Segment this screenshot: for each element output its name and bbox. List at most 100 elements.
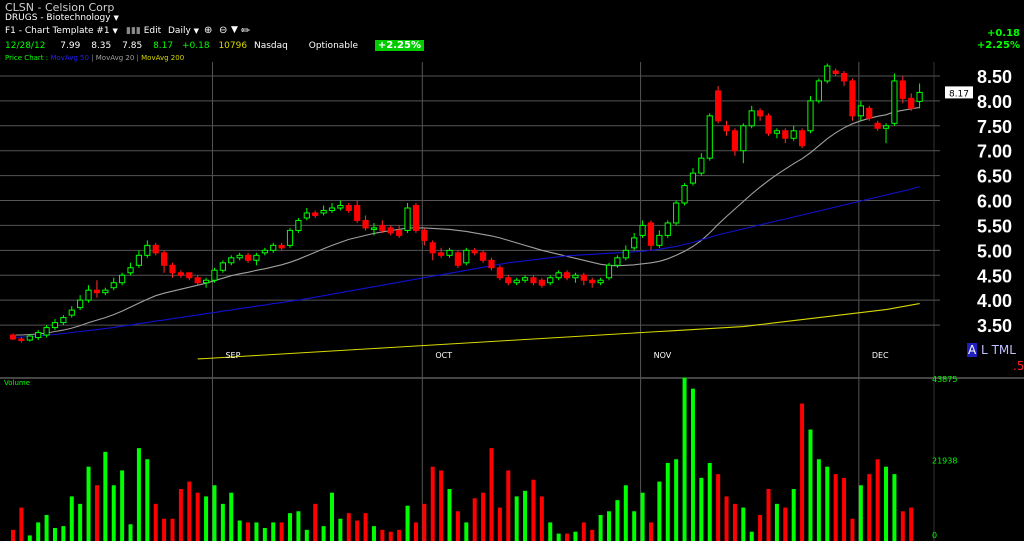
volume-bar	[229, 492, 234, 541]
candle-body	[622, 249, 629, 259]
quote-exchange: Nasdaq	[253, 41, 288, 51]
volume-bar	[909, 507, 914, 541]
volume-bar	[514, 496, 519, 541]
volume-bar	[380, 529, 385, 541]
candle-body	[446, 249, 453, 256]
volume-bar	[842, 477, 847, 541]
volume-bar	[657, 481, 662, 541]
volume-bar	[27, 535, 32, 541]
candle-body	[731, 130, 739, 152]
volume-bar	[732, 503, 737, 541]
candle-body	[51, 322, 59, 329]
volume-bar	[61, 526, 66, 541]
auto-scale-button[interactable]: A	[967, 343, 978, 357]
candle-body	[757, 110, 764, 117]
volume-bar	[212, 485, 217, 541]
volume-bar	[271, 522, 276, 541]
log-scale-button[interactable]: L	[981, 343, 988, 357]
candle-body	[706, 115, 713, 159]
volume-bar	[162, 518, 167, 541]
candle-body	[782, 130, 789, 139]
zoom-in-icon[interactable]: ⊕	[204, 25, 212, 36]
volume-bar	[111, 485, 116, 541]
edit-button[interactable]: ▮▮▮ Edit	[126, 26, 161, 36]
candle-body	[698, 157, 705, 174]
candle-body	[278, 244, 285, 249]
volume-bar	[674, 459, 679, 541]
candle-body	[689, 172, 697, 184]
pencil-draw-icon[interactable]: ✏	[241, 24, 250, 37]
candle-body	[194, 277, 201, 284]
candle-body	[664, 222, 671, 236]
volume-bar	[304, 529, 309, 541]
volume-bar	[900, 511, 905, 541]
stock-chart[interactable]: 3.50 4.00 4.50 5.00 5.50 6.00 6.50 7.00 7.50 8.00…	[0, 0, 1024, 541]
volume-bar	[758, 514, 763, 541]
quote-date: 12/28/12	[5, 41, 46, 51]
candle-body	[202, 279, 210, 284]
candle-body	[563, 272, 571, 279]
candle-body	[379, 224, 386, 231]
candle-body	[454, 252, 462, 266]
candle-body	[513, 279, 520, 284]
chevron-down-icon: ▼	[112, 27, 118, 35]
candle-body	[370, 227, 378, 230]
candle-body	[605, 264, 613, 279]
candle-body	[35, 332, 42, 339]
volume-bar	[313, 503, 318, 541]
candle-body	[219, 262, 226, 271]
volume-bar	[548, 522, 553, 541]
volume-bar	[187, 481, 192, 541]
volume-bar	[44, 514, 49, 541]
candle-body	[286, 229, 294, 246]
volume-bar	[875, 459, 880, 541]
volume-bar	[430, 466, 435, 541]
period-selector[interactable]: Daily ▼	[168, 26, 199, 36]
volume-bar	[716, 474, 721, 541]
candle-body	[127, 267, 134, 274]
scale-controls: A L TML	[967, 343, 1016, 357]
candle-body	[438, 252, 445, 256]
volume-bar	[682, 377, 687, 541]
candle-body	[320, 209, 327, 214]
quote-low: 7.85	[122, 41, 143, 51]
volume-bar	[867, 474, 872, 541]
chevron-down-icon[interactable]: ▼	[231, 25, 238, 35]
candle-body	[463, 249, 470, 264]
volume-bar	[103, 451, 108, 541]
template-selector[interactable]: F1 - Chart Template #1 ▼	[5, 26, 118, 36]
volume-bar	[783, 507, 788, 541]
candle-body	[765, 115, 772, 134]
candle-body	[77, 299, 84, 309]
volume-bar	[791, 488, 796, 541]
candle-body	[253, 254, 260, 261]
edit-label: Edit	[143, 26, 162, 36]
chevron-down-icon: ▼	[193, 27, 200, 35]
price-tick-label: 5.50	[977, 216, 1012, 236]
volume-bar	[623, 485, 628, 541]
candle-body	[740, 125, 747, 152]
volume-bar	[36, 522, 41, 541]
volume-bar	[455, 511, 460, 541]
zoom-out-icon[interactable]: ⊖	[219, 25, 227, 36]
volume-bar	[69, 496, 74, 541]
candle-body	[160, 252, 168, 266]
candle-body	[589, 279, 596, 284]
industry-selector[interactable]: DRUGS - Biotechnology ▼	[5, 13, 119, 23]
volume-bar	[422, 503, 427, 541]
quote-change: +0.18	[181, 41, 210, 51]
volume-bar	[607, 511, 612, 541]
quote-high: 8.35	[91, 41, 112, 51]
price-tick-label: 7.50	[977, 117, 1012, 137]
change-pct: +2.25%	[976, 40, 1020, 51]
month-label: OCT	[435, 351, 452, 360]
candle-body	[211, 269, 218, 281]
volume-bar	[707, 462, 712, 541]
tml-button[interactable]: TML	[992, 343, 1016, 357]
volume-bar	[497, 507, 502, 541]
volume-bar	[120, 470, 125, 541]
volume-bar	[598, 514, 603, 541]
volume-bar	[288, 513, 293, 541]
last-price-label: 8.17	[949, 89, 969, 99]
candle-body	[295, 219, 302, 231]
